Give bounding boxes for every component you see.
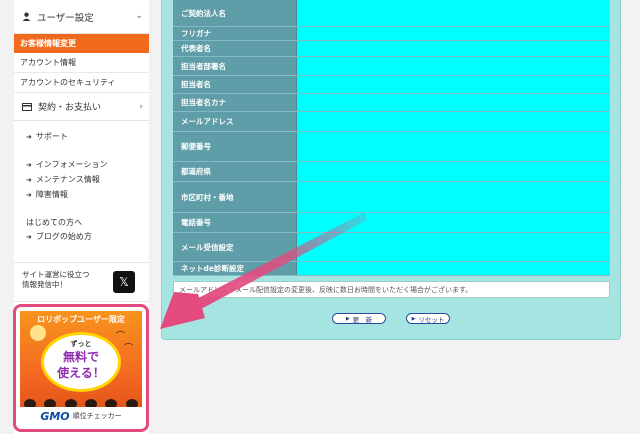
form-row-contact-name: 担当者名	[173, 76, 610, 94]
form-label: 代表者名	[173, 41, 297, 56]
form-label: 担当者部署名	[173, 57, 297, 75]
form-label: メールアドレス	[173, 112, 297, 131]
card-icon	[22, 102, 32, 111]
banner-burst-main: 無料で 使える！	[44, 349, 118, 381]
form-note: メールアドレス・メール配信設定の変更後、反映に数日お時間をいただく場合がございま…	[173, 281, 610, 298]
social-promo: サイト運営に役立つ 情報発信中！ 𝕏	[14, 262, 149, 302]
update-button-label: 更 新	[352, 315, 373, 324]
banner-title: ロリポップユーザー限定	[37, 315, 125, 324]
sidebar-item-user-settings[interactable]: ユーザー設定 ⌄	[14, 0, 149, 34]
form-label: 電話番号	[173, 213, 297, 232]
form-row-department: 担当者部署名	[173, 57, 610, 76]
email-field[interactable]	[297, 112, 610, 131]
banner-burst: ずっと 無料で 使える！	[44, 335, 118, 389]
x-logo-icon[interactable]: 𝕏	[113, 271, 135, 293]
reset-button[interactable]: ▶ リセット	[406, 313, 450, 324]
form-row-address: 市区町村・番地	[173, 182, 610, 213]
sidebar-item-customer-info[interactable]: お客様情報変更	[14, 34, 149, 53]
mail-settings-field[interactable]	[297, 233, 610, 261]
banner-burst-line: 無料で	[62, 350, 99, 364]
arrow-right-icon: ➜	[26, 175, 32, 184]
gmo-logo: GMO	[40, 409, 70, 423]
sidebar-item-label: ユーザー設定	[37, 12, 94, 24]
representative-field[interactable]	[297, 41, 610, 56]
arrow-right-icon: ➜	[26, 190, 32, 199]
contact-kana-field[interactable]	[297, 94, 610, 111]
reset-button-label: リセット	[418, 315, 445, 324]
address-field[interactable]	[297, 182, 610, 212]
form-row-furigana: フリガナ	[173, 27, 610, 41]
arrow-right-icon: ➜	[26, 232, 32, 241]
sidebar-item-label: 契約・お支払い	[38, 103, 102, 113]
furigana-field[interactable]	[297, 27, 610, 40]
form-label: 都道府県	[173, 162, 297, 181]
form-row-phone: 電話番号	[173, 213, 610, 233]
banner-burst-line: 使える！	[57, 366, 105, 380]
form-label: フリガナ	[173, 27, 297, 40]
page: ユーザー設定 ⌄ お客様情報変更 アカウント情報 アカウントのセキュリティ 契約…	[0, 0, 640, 434]
gmo-bar: GMO 順位チェッカー	[20, 407, 142, 425]
form-row-mail-settings: メール受信設定	[173, 233, 610, 262]
postal-code-field[interactable]	[297, 132, 610, 161]
sidebar-link-failure[interactable]: ➜ 障害情報	[14, 187, 149, 202]
form-row-email: メールアドレス	[173, 112, 610, 132]
play-icon: ▶	[411, 315, 416, 322]
rank-checker-banner[interactable]: ロリポップユーザー限定 ⌒ ⌒ ずっと 無料で 使える！ GMO 順位チェッカー	[20, 311, 142, 425]
prefecture-field[interactable]	[297, 162, 610, 181]
form-label: 担当者名カナ	[173, 94, 297, 111]
arrow-right-icon: ➜	[26, 160, 32, 169]
form-row-net-diagnosis: ネットde診断設定	[173, 262, 610, 276]
user-icon	[22, 12, 31, 21]
contact-name-field[interactable]	[297, 76, 610, 93]
form-row-company-name: ご契約法人名	[173, 0, 610, 27]
sidebar-item-account-info[interactable]: アカウント情報	[14, 53, 149, 73]
form-row-postal-code: 郵便番号	[173, 132, 610, 162]
banner-burst-small: ずっと	[70, 340, 92, 348]
company-name-field[interactable]	[297, 0, 610, 26]
chevron-down-icon: ⌄	[135, 11, 143, 21]
sidebar-link-label: メンテナンス情報	[35, 175, 100, 184]
sidebar-link-support[interactable]: ➜ サポート	[14, 129, 149, 144]
banner-highlight-frame: ロリポップユーザー限定 ⌒ ⌒ ずっと 無料で 使える！ GMO 順位チェッカー	[13, 304, 149, 432]
department-field[interactable]	[297, 57, 610, 75]
sidebar-link-maintenance[interactable]: ➜ メンテナンス情報	[14, 172, 149, 187]
form-label: 郵便番号	[173, 132, 297, 161]
sidebar-item-payment[interactable]: 契約・お支払い ›	[14, 93, 149, 121]
form-row-contact-kana: 担当者名カナ	[173, 94, 610, 112]
sidebar-link-label: サポート	[35, 132, 68, 141]
update-button[interactable]: ▶ 更 新	[332, 313, 386, 324]
sidebar-link-blog-start[interactable]: ➜ ブログの始め方	[14, 229, 149, 244]
phone-field[interactable]	[297, 213, 610, 232]
sidebar-link-label: インフォメーション	[35, 160, 108, 169]
net-diagnosis-field[interactable]	[297, 262, 610, 275]
sidebar-link-label: 障害情報	[35, 190, 68, 199]
form-row-representative: 代表者名	[173, 41, 610, 57]
arrow-right-icon: ➜	[26, 132, 32, 141]
sidebar-link-label: ブログの始め方	[35, 232, 92, 241]
sidebar-link-beginner[interactable]: はじめての方へ	[14, 215, 149, 229]
customer-info-form-panel: ご契約法人名 フリガナ 代表者名 担当者部署名 担当者名 担当者名カナ メールア…	[161, 0, 621, 340]
sidebar-link-information[interactable]: ➜ インフォメーション	[14, 157, 149, 172]
bat-icon: ⌒	[124, 344, 134, 354]
form-label: ネットde診断設定	[173, 262, 297, 275]
chevron-right-icon: ›	[139, 102, 143, 112]
form-label: 担当者名	[173, 76, 297, 93]
form-label: 市区町村・番地	[173, 182, 297, 212]
form-row-prefecture: 都道府県	[173, 162, 610, 182]
form-label: メール受信設定	[173, 233, 297, 261]
gmo-product-name: 順位チェッカー	[72, 412, 122, 420]
form-label: ご契約法人名	[173, 0, 297, 26]
play-icon: ▶	[345, 315, 350, 322]
customer-info-form: ご契約法人名 フリガナ 代表者名 担当者部署名 担当者名 担当者名カナ メールア…	[173, 0, 610, 276]
sidebar-item-account-security[interactable]: アカウントのセキュリティ	[14, 73, 149, 93]
